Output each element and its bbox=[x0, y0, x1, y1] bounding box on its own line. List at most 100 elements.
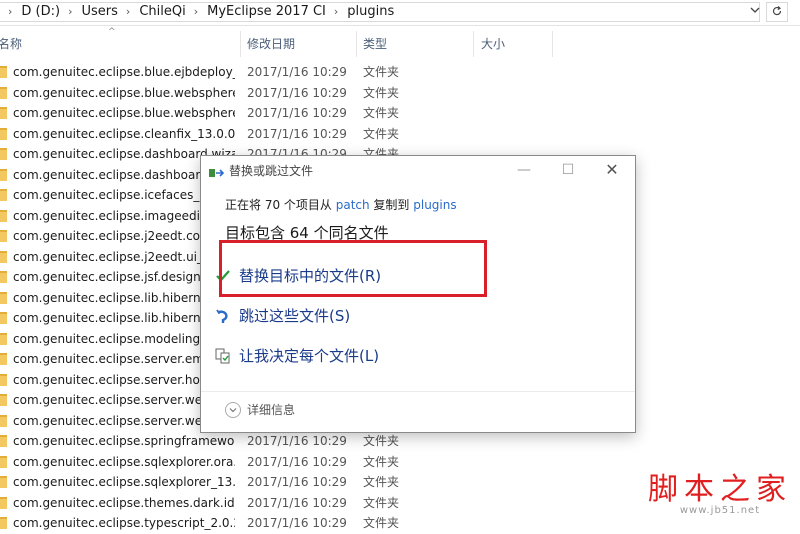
folder-icon bbox=[0, 353, 7, 365]
breadcrumb[interactable]: › D (D:) › Users › ChileQi › MyEclipse 2… bbox=[0, 2, 760, 22]
file-type: 文件夹 bbox=[363, 475, 400, 489]
breadcrumb-chevron-icon[interactable]: › bbox=[0, 3, 21, 21]
folder-icon bbox=[0, 168, 7, 181]
breadcrumb-chevron-icon[interactable]: › bbox=[326, 3, 347, 21]
file-modified-date: 2017/1/16 10:29 bbox=[247, 475, 347, 489]
watermark-title: 脚本之家 bbox=[648, 472, 792, 507]
file-type: 文件夹 bbox=[363, 106, 400, 120]
file-modified-date: 2017/1/16 10:29 bbox=[247, 65, 347, 79]
folder-icon bbox=[0, 435, 7, 447]
file-modified-date: 2017/1/16 10:29 bbox=[247, 495, 347, 510]
destination-folder-link[interactable]: plugins bbox=[413, 198, 456, 212]
folder-icon bbox=[0, 414, 7, 427]
breadcrumb-chevron-icon[interactable]: › bbox=[60, 3, 81, 21]
chevron-down-icon[interactable] bbox=[745, 2, 765, 22]
folder-icon bbox=[0, 127, 7, 140]
folder-icon bbox=[0, 250, 7, 263]
address-bar: › D (D:) › Users › ChileQi › MyEclipse 2… bbox=[0, 0, 800, 26]
copy-summary-prefix: 正在将 70 个项目从 bbox=[225, 198, 336, 212]
source-folder-link[interactable]: patch bbox=[336, 198, 370, 212]
file-name: com.genuitec.eclipse.blue.websphere... bbox=[13, 106, 235, 120]
breadcrumb-plugins[interactable]: plugins bbox=[347, 3, 394, 21]
file-type: 文件夹 bbox=[363, 85, 400, 100]
file-name: com.genuitec.eclipse.sqlexplorer.ora... bbox=[13, 454, 235, 469]
column-divider[interactable] bbox=[473, 31, 474, 57]
breadcrumb-chevron-icon[interactable]: › bbox=[118, 3, 139, 21]
folder-icon bbox=[0, 394, 7, 406]
column-modified[interactable]: 修改日期 bbox=[247, 36, 295, 52]
file-modified-date: 2017/1/16 10:29 bbox=[247, 454, 347, 469]
breadcrumb-user[interactable]: ChileQi bbox=[139, 3, 185, 21]
skip-files-label: 跳过这些文件(S) bbox=[239, 307, 351, 325]
folder-icon bbox=[0, 476, 7, 488]
file-type: 文件夹 bbox=[363, 454, 400, 469]
file-type: 文件夹 bbox=[363, 65, 400, 79]
skip-files-option[interactable]: 跳过这些文件(S) bbox=[213, 299, 605, 333]
column-divider[interactable] bbox=[240, 31, 241, 57]
file-row[interactable]: com.genuitec.eclipse.blue.websphere... 20… bbox=[0, 103, 560, 124]
more-details-label: 详细信息 bbox=[247, 403, 296, 417]
folder-icon bbox=[0, 107, 7, 119]
file-compare-icon bbox=[213, 346, 233, 366]
maximize-icon: ☐ bbox=[561, 162, 575, 178]
file-type: 文件夹 bbox=[363, 495, 400, 510]
file-row[interactable]: com.genuitec.eclipse.themes.dark.ide... 2… bbox=[0, 493, 560, 514]
file-name: com.genuitec.eclipse.typescript_2.0.2 bbox=[13, 516, 235, 530]
chevron-down-icon bbox=[225, 401, 241, 418]
annotation-highlight-box bbox=[219, 240, 487, 297]
folder-icon bbox=[0, 209, 7, 222]
file-name: com.genuitec.eclipse.springframewor... bbox=[13, 434, 235, 448]
breadcrumb-users[interactable]: Users bbox=[82, 3, 118, 21]
file-name: com.genuitec.eclipse.themes.dark.ide... bbox=[13, 495, 235, 510]
breadcrumb-drive[interactable]: D (D:) bbox=[21, 3, 60, 21]
column-divider[interactable] bbox=[552, 31, 553, 57]
folder-icon bbox=[0, 373, 7, 386]
sort-ascending-icon: ^ bbox=[108, 27, 116, 37]
file-modified-date: 2017/1/16 10:29 bbox=[247, 126, 347, 141]
column-header-row: ^ 名称 修改日期 类型 大小 bbox=[0, 25, 800, 63]
file-modified-date: 2017/1/16 10:29 bbox=[247, 106, 347, 120]
column-type[interactable]: 类型 bbox=[363, 36, 387, 52]
copy-arrow-icon bbox=[209, 164, 225, 177]
breadcrumb-myeclipse[interactable]: MyEclipse 2017 CI bbox=[207, 3, 326, 21]
file-row[interactable]: com.genuitec.eclipse.typescript_2.0.2 201… bbox=[0, 513, 560, 534]
copy-summary-middle: 复制到 bbox=[369, 198, 414, 212]
file-type: 文件夹 bbox=[363, 126, 400, 141]
decide-each-file-option[interactable]: 让我决定每个文件(L) bbox=[213, 339, 605, 373]
file-row[interactable]: com.genuitec.eclipse.sqlexplorer_13.... 2… bbox=[0, 472, 560, 493]
watermark: 脚本之家 www.jb51.net bbox=[648, 472, 792, 517]
breadcrumb-chevron-icon[interactable]: › bbox=[186, 3, 207, 21]
file-row[interactable]: com.genuitec.eclipse.cleanfix_13.0.0....… bbox=[0, 124, 560, 145]
file-row[interactable]: com.genuitec.eclipse.blue.ejbdeploy_... 2… bbox=[0, 62, 560, 83]
folder-icon bbox=[0, 517, 7, 529]
file-name: com.genuitec.eclipse.blue.ejbdeploy_... bbox=[13, 65, 235, 79]
more-details-toggle[interactable]: 详细信息 bbox=[225, 401, 295, 418]
folder-icon bbox=[0, 332, 7, 345]
folder-icon bbox=[0, 189, 7, 201]
copy-summary: 正在将 70 个项目从 patch 复制到 plugins bbox=[225, 196, 615, 213]
file-modified-date: 2017/1/16 10:29 bbox=[247, 516, 347, 530]
file-type: 文件夹 bbox=[363, 516, 400, 530]
skip-arrow-icon bbox=[213, 306, 233, 326]
file-type: 文件夹 bbox=[363, 434, 400, 448]
dialog-title: 替换或跳过文件 bbox=[229, 164, 314, 178]
close-icon[interactable]: ✕ bbox=[595, 158, 629, 182]
folder-icon bbox=[0, 291, 7, 304]
dialog-title-bar[interactable]: 替换或跳过文件 — ☐ ✕ bbox=[201, 156, 635, 184]
folder-icon bbox=[0, 312, 7, 324]
file-row[interactable]: com.genuitec.eclipse.springframewor... 20… bbox=[0, 431, 560, 452]
file-name: com.genuitec.eclipse.blue.websphere... bbox=[13, 85, 235, 100]
file-row[interactable]: com.genuitec.eclipse.blue.websphere... 20… bbox=[0, 83, 560, 104]
folder-icon bbox=[0, 455, 7, 468]
folder-icon bbox=[0, 496, 7, 509]
file-name: com.genuitec.eclipse.cleanfix_13.0.0.... bbox=[13, 126, 235, 141]
column-name[interactable]: 名称 bbox=[0, 36, 22, 52]
column-size[interactable]: 大小 bbox=[481, 36, 505, 52]
column-divider[interactable] bbox=[356, 31, 357, 57]
refresh-icon[interactable] bbox=[766, 2, 788, 22]
folder-icon bbox=[0, 148, 7, 160]
file-row[interactable]: com.genuitec.eclipse.sqlexplorer.ora... 2… bbox=[0, 452, 560, 473]
decide-each-file-label: 让我决定每个文件(L) bbox=[239, 347, 380, 365]
minimize-icon[interactable]: — bbox=[507, 158, 541, 182]
file-name: com.genuitec.eclipse.sqlexplorer_13.... bbox=[13, 475, 235, 489]
